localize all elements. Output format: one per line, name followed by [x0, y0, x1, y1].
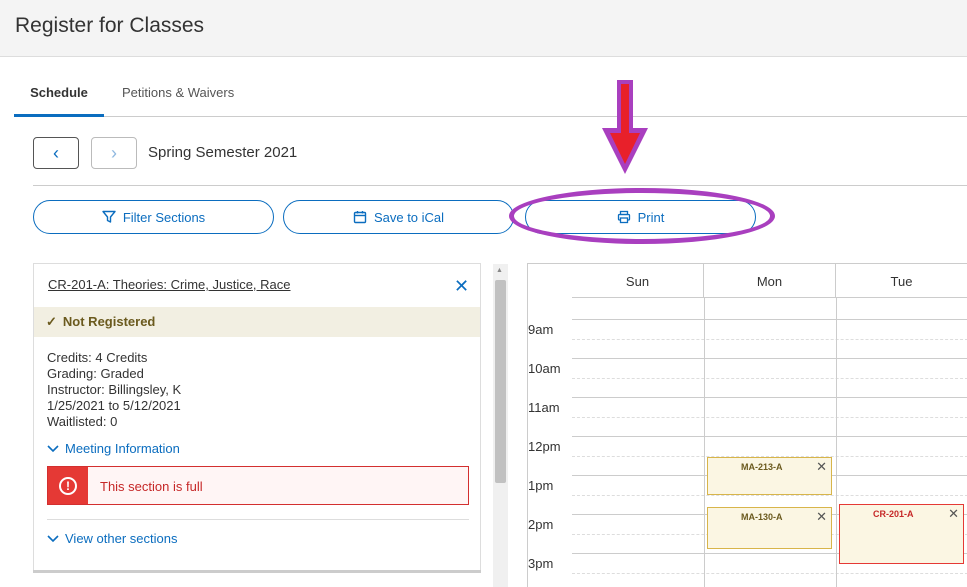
- day-header-mon: Mon: [704, 264, 836, 298]
- alert-message: This section is full: [100, 479, 203, 494]
- day-header-tue: Tue: [836, 264, 967, 298]
- filter-icon: [102, 210, 116, 223]
- hour-line: [572, 397, 967, 398]
- print-button[interactable]: Print: [525, 200, 756, 234]
- card-divider: [47, 519, 469, 520]
- divider: [33, 185, 967, 186]
- calendar-icon: [353, 211, 367, 224]
- section-full-alert: ! This section is full: [47, 466, 469, 505]
- event-code: MA-213-A: [741, 462, 783, 472]
- grading-text: Grading: Graded: [47, 366, 144, 381]
- instructor-text: Instructor: Billingsley, K: [47, 382, 182, 397]
- schedule-calendar: Sun Mon Tue 9am 10am 11am 12pm 1pm 2pm 3…: [527, 263, 967, 587]
- alert-icon: !: [48, 467, 88, 504]
- hour-line: [572, 319, 967, 320]
- half-hour-line: [572, 573, 967, 574]
- checkmark-icon: ✓: [46, 314, 57, 329]
- print-label: Print: [637, 209, 665, 225]
- hour-label: 10am: [528, 361, 561, 376]
- hour-label: 1pm: [528, 478, 554, 493]
- remove-event-icon[interactable]: ✕: [816, 509, 827, 525]
- scrollbar-thumb[interactable]: [495, 280, 506, 483]
- day-header-sun: Sun: [572, 264, 704, 298]
- scroll-up-icon[interactable]: ▲: [496, 267, 503, 274]
- hour-label: 3pm: [528, 556, 554, 571]
- hour-label: 12pm: [528, 439, 561, 454]
- calendar-event[interactable]: MA-213-A ✕: [707, 457, 832, 495]
- section-detail-card: CR-201-A: Theories: Crime, Justice, Race…: [33, 263, 481, 573]
- next-term-button[interactable]: ›: [91, 137, 137, 169]
- chevron-right-icon: ›: [111, 142, 117, 163]
- chevron-left-icon: ‹: [53, 142, 59, 163]
- event-code: MA-130-A: [741, 512, 783, 522]
- dates-text: 1/25/2021 to 5/12/2021: [47, 398, 181, 413]
- waitlisted-text: Waitlisted: 0: [47, 414, 118, 429]
- half-hour-line: [572, 495, 967, 496]
- tab-bar: Schedule Petitions & Waivers: [14, 78, 967, 117]
- remove-event-icon[interactable]: ✕: [948, 506, 959, 522]
- semester-label: Spring Semester 2021: [148, 144, 298, 161]
- calendar-event[interactable]: CR-201-A ✕: [839, 504, 964, 564]
- status-text: Not Registered: [62, 314, 156, 329]
- calendar-event[interactable]: MA-130-A ✕: [707, 507, 832, 549]
- tab-petitions-waivers[interactable]: Petitions & Waivers: [122, 78, 234, 117]
- filter-sections-button[interactable]: Filter Sections: [33, 200, 274, 234]
- chevron-down-icon: [47, 535, 59, 543]
- event-code: CR-201-A: [873, 509, 914, 519]
- page-header: Register for Classes: [0, 0, 967, 57]
- card-bottom-border: [33, 570, 481, 573]
- section-details: Credits: 4 Credits Grading: Graded Instr…: [47, 350, 181, 430]
- day-column-line: [836, 298, 837, 587]
- tab-schedule[interactable]: Schedule: [14, 78, 104, 117]
- save-to-ical-label: Save to iCal: [373, 209, 445, 225]
- meeting-information-toggle[interactable]: Meeting Information: [47, 441, 180, 456]
- meeting-information-label: Meeting Information: [65, 441, 180, 456]
- close-icon[interactable]: ✕: [454, 276, 469, 297]
- hour-line: [572, 436, 967, 437]
- half-hour-line: [572, 417, 967, 418]
- hour-label: 9am: [528, 322, 554, 337]
- hour-label: 2pm: [528, 517, 554, 532]
- half-hour-line: [572, 378, 967, 379]
- credits-text: Credits: 4 Credits: [47, 350, 148, 365]
- view-other-sections-toggle[interactable]: View other sections: [47, 531, 178, 546]
- filter-sections-label: Filter Sections: [122, 209, 206, 225]
- printer-icon: [617, 210, 630, 224]
- view-other-sections-label: View other sections: [65, 531, 178, 546]
- previous-term-button[interactable]: ‹: [33, 137, 79, 169]
- page-title: Register for Classes: [15, 14, 205, 37]
- chevron-down-icon: [47, 445, 59, 453]
- remove-event-icon[interactable]: ✕: [816, 459, 827, 475]
- section-title-link[interactable]: CR-201-A: Theories: Crime, Justice, Race: [48, 277, 291, 292]
- half-hour-line: [572, 339, 967, 340]
- annotation-arrow-icon: [602, 80, 648, 174]
- registration-status: ✓ Not Registered: [34, 307, 480, 337]
- day-column-line: [704, 298, 705, 587]
- hour-label: 11am: [528, 400, 560, 415]
- hour-line: [572, 358, 967, 359]
- save-to-ical-button[interactable]: Save to iCal: [283, 200, 514, 234]
